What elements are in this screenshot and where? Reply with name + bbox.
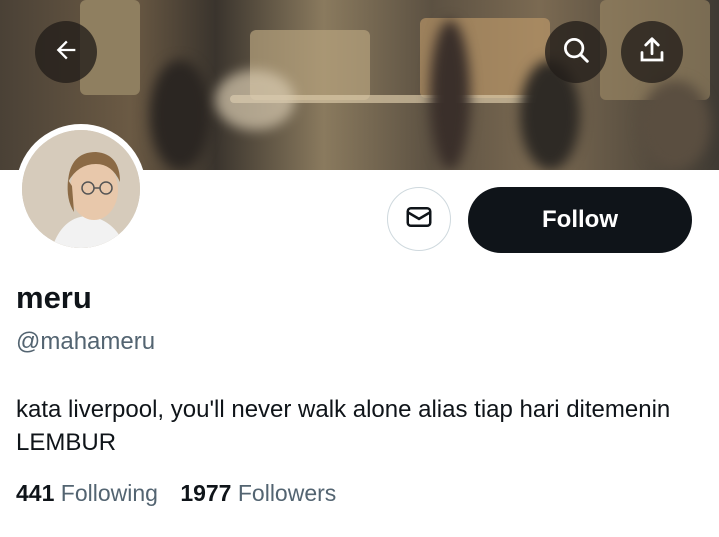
avatar[interactable] bbox=[16, 124, 146, 254]
search-icon bbox=[561, 35, 591, 70]
following-label: Following bbox=[60, 480, 158, 506]
display-name: meru bbox=[16, 280, 92, 315]
user-handle: @mahameru bbox=[16, 328, 156, 355]
followers-link[interactable]: 1977 Followers bbox=[180, 480, 336, 507]
search-button[interactable] bbox=[545, 21, 607, 83]
followers-count: 1977 bbox=[180, 480, 232, 506]
share-button[interactable] bbox=[621, 21, 683, 83]
envelope-icon bbox=[404, 202, 434, 237]
back-button[interactable] bbox=[35, 21, 97, 83]
message-button[interactable] bbox=[387, 187, 451, 251]
followers-label: Followers bbox=[237, 480, 337, 506]
arrow-left-icon bbox=[52, 36, 80, 69]
follow-button[interactable]: Follow bbox=[468, 187, 692, 253]
profile-stats: 441 Following 1977 Followers bbox=[16, 480, 352, 507]
following-link[interactable]: 441 Following bbox=[16, 480, 158, 507]
share-upload-icon bbox=[637, 35, 667, 70]
following-count: 441 bbox=[16, 480, 55, 506]
profile-bio: kata liverpool, you'll never walk alone … bbox=[16, 396, 671, 456]
avatar-image bbox=[22, 130, 140, 248]
